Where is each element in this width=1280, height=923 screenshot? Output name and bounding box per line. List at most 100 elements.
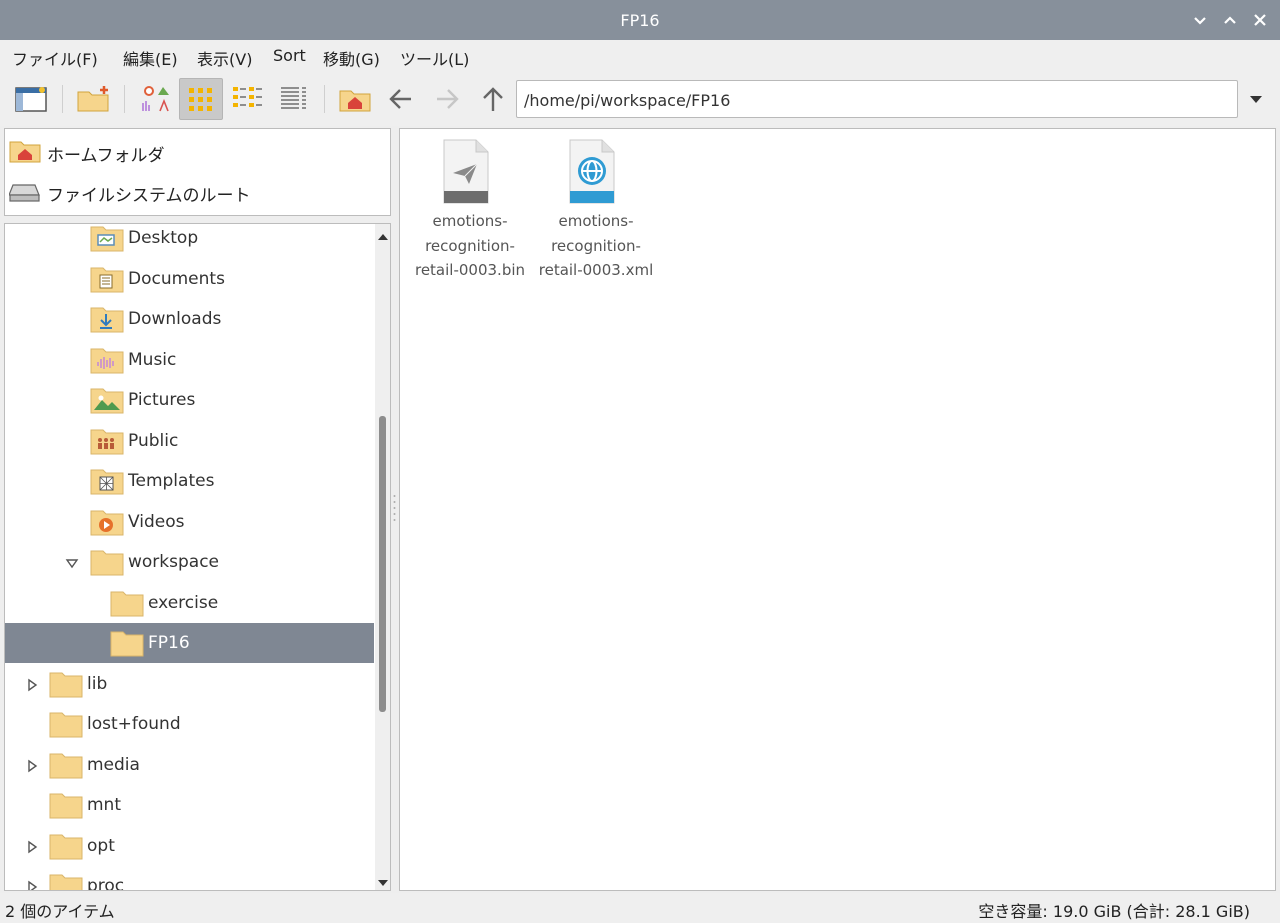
path-input[interactable]: /home/pi/workspace/FP16	[516, 80, 1238, 118]
file-view: emotions- recognition- retail-0003.bin e…	[399, 128, 1276, 891]
tree-row-label: proc	[87, 876, 125, 891]
forward-button[interactable]	[425, 78, 469, 120]
thumbnail-view-button[interactable]	[133, 78, 177, 120]
folder-icon	[48, 709, 84, 743]
tree-row-label: opt	[87, 835, 115, 856]
caret-down-icon	[1250, 96, 1262, 103]
xml-file-icon	[566, 139, 616, 211]
tree-row-label: Videos	[128, 511, 185, 532]
toolbar-separator	[324, 85, 325, 113]
item-count: 2 個のアイテム	[5, 902, 115, 921]
chevron-down-icon	[1194, 17, 1206, 25]
close-button[interactable]	[1250, 10, 1270, 30]
tree-row-label: FP16	[148, 633, 190, 653]
tree-row[interactable]: Documents	[5, 259, 374, 299]
folder-icon	[109, 628, 145, 662]
home-button[interactable]	[333, 78, 377, 120]
menu-bar: ファイル(F) 編集(E) 表示(V) Sort 移動(G) ツール(L)	[0, 40, 1280, 72]
tree-row[interactable]: Templates	[5, 461, 374, 501]
new-window-button[interactable]	[9, 78, 53, 120]
music-folder-icon	[89, 345, 125, 379]
tree-row[interactable]: FP16	[5, 623, 374, 663]
tree-row[interactable]: mnt	[5, 785, 374, 825]
tree-row[interactable]: Videos	[5, 502, 374, 542]
tree-row-label: Documents	[128, 268, 225, 289]
expander-collapsed-icon[interactable]	[25, 839, 39, 853]
tree-row-label: lost+found	[87, 714, 181, 734]
scroll-down-arrow[interactable]	[377, 874, 389, 886]
tree-row-label: Templates	[128, 471, 215, 491]
tree-row[interactable]: workspace	[5, 542, 374, 582]
place-home[interactable]: ホームフォルダ	[5, 131, 390, 171]
menu-view[interactable]: 表示(V)	[197, 46, 252, 70]
pane-resize-handle[interactable]	[392, 490, 397, 530]
title-bar: FP16	[0, 0, 1280, 40]
tree-row[interactable]: Downloads	[5, 299, 374, 339]
chevron-up-icon	[1224, 16, 1236, 24]
up-button[interactable]	[471, 78, 515, 120]
tree-row[interactable]: Music	[5, 340, 374, 380]
expander-expanded-icon[interactable]	[65, 555, 79, 569]
new-folder-button[interactable]	[71, 78, 115, 120]
place-label: ファイルシステムのルート	[47, 186, 251, 206]
file-name: emotions- recognition- retail-0003.bin	[414, 212, 526, 279]
tree-row-label: Downloads	[128, 309, 222, 329]
status-bar: 2 個のアイテム 空き容量: 19.0 GiB (合計: 28.1 GiB)	[0, 893, 1280, 923]
tree-row-label: Music	[128, 349, 177, 370]
arrow-up-icon	[483, 87, 503, 111]
tree-row[interactable]: Public	[5, 421, 374, 461]
tree-row[interactable]: lost+found	[5, 704, 374, 744]
back-button[interactable]	[379, 78, 423, 120]
tree-row-label: media	[87, 754, 140, 775]
home-folder-icon	[9, 139, 41, 167]
tree-row[interactable]: lib	[5, 664, 374, 704]
path-history-dropdown[interactable]	[1244, 84, 1268, 114]
menu-go[interactable]: 移動(G)	[323, 46, 380, 70]
tree-row[interactable]: Desktop	[5, 224, 374, 258]
icon-view-button[interactable]	[179, 78, 223, 120]
drive-icon	[8, 179, 41, 207]
toolbar: /home/pi/workspace/FP16	[0, 72, 1280, 126]
tree-row-label: Public	[128, 430, 179, 451]
icon-view-icon	[189, 88, 212, 111]
list-view-button[interactable]	[271, 78, 315, 120]
compact-view-icon	[233, 87, 262, 107]
scroll-up-arrow[interactable]	[377, 228, 389, 240]
tree-row[interactable]: Pictures	[5, 380, 374, 420]
tree-scrollbar[interactable]	[375, 224, 390, 890]
tree-row-label: Pictures	[128, 390, 196, 410]
place-root[interactable]: ファイルシステムのルート	[5, 171, 390, 211]
menu-tools[interactable]: ツール(L)	[400, 46, 469, 70]
list-view-icon	[281, 87, 306, 109]
free-space: 空き容量: 19.0 GiB (合計: 28.1 GiB)	[978, 902, 1250, 921]
tree-row-label: mnt	[87, 795, 121, 815]
expander-collapsed-icon[interactable]	[25, 879, 39, 890]
desktop-folder-icon	[89, 224, 125, 257]
menu-sort[interactable]: Sort	[273, 46, 306, 65]
menu-edit[interactable]: 編集(E)	[123, 46, 178, 70]
folder-icon	[48, 669, 84, 703]
tree-row-label: Desktop	[128, 228, 199, 248]
expander-collapsed-icon[interactable]	[25, 758, 39, 772]
folder-icon	[89, 547, 125, 581]
scrollbar-thumb[interactable]	[379, 416, 386, 712]
binary-file-icon	[440, 139, 490, 211]
folder-icon	[109, 588, 145, 622]
tree-row[interactable]: proc	[5, 866, 374, 891]
tree-row[interactable]: opt	[5, 826, 374, 866]
folder-icon	[48, 871, 84, 890]
compact-view-button[interactable]	[225, 78, 269, 120]
places-pane: ホームフォルダ ファイルシステムのルート	[4, 128, 391, 216]
expander-collapsed-icon[interactable]	[25, 677, 39, 691]
thumbnail-view-icon	[142, 86, 169, 112]
videos-folder-icon	[89, 507, 125, 541]
minimize-button[interactable]	[1190, 10, 1210, 30]
tree-row[interactable]: media	[5, 745, 374, 785]
tree-row[interactable]: exercise	[5, 583, 374, 623]
maximize-button[interactable]	[1220, 10, 1240, 30]
window-title: FP16	[620, 11, 660, 30]
directory-tree: Desktop Documents Downloads Music Pictures Pu…	[4, 223, 391, 891]
public-folder-icon	[89, 426, 125, 460]
downloads-folder-icon	[89, 304, 125, 338]
menu-file[interactable]: ファイル(F)	[12, 46, 98, 70]
